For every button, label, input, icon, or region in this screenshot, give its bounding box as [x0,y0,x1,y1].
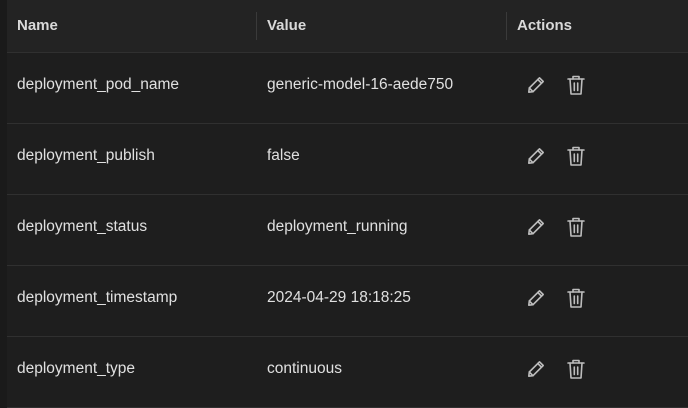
row-name: deployment_timestamp [17,289,178,306]
row-name: deployment_type [17,360,136,377]
trash-icon [567,75,585,95]
row-actions [525,144,587,168]
trash-icon [567,217,585,237]
column-header-value[interactable]: Value [267,0,507,52]
delete-button[interactable] [565,287,587,309]
edit-button[interactable] [525,287,547,309]
delete-button[interactable] [565,145,587,167]
edit-button[interactable] [525,358,547,380]
row-actions [525,215,587,239]
row-value: 2024-04-29 18:18:25 [267,289,411,306]
delete-button[interactable] [565,74,587,96]
table-row: deployment_pod_name generic-model-16-aed… [7,53,688,124]
row-actions [525,286,587,310]
trash-icon [567,146,585,166]
delete-button[interactable] [565,358,587,380]
row-value: false [267,147,300,164]
pencil-icon [528,77,544,93]
parameters-table: Name Value Actions deployment_pod_name g… [7,0,688,408]
row-name: deployment_pod_name [17,76,180,93]
row-actions [525,357,587,381]
pencil-icon [528,219,544,235]
row-value: continuous [267,360,342,377]
table-row: deployment_type continuous [7,337,688,408]
row-value: deployment_running [267,218,408,235]
edit-button[interactable] [525,74,547,96]
column-divider[interactable] [256,12,257,40]
column-header-actions: Actions [517,17,573,34]
pencil-icon [528,361,544,377]
row-name: deployment_publish [17,147,155,164]
table-row: deployment_timestamp 2024-04-29 18:18:25 [7,266,688,337]
edit-button[interactable] [525,216,547,238]
pencil-icon [528,290,544,306]
delete-button[interactable] [565,216,587,238]
table-row: deployment_publish false [7,124,688,195]
column-divider[interactable] [506,12,507,40]
row-value: generic-model-16-aede750 [267,76,454,93]
table-row: deployment_status deployment_running [7,195,688,266]
trash-icon [567,359,585,379]
trash-icon [567,288,585,308]
table-header: Name Value Actions [7,0,688,53]
row-actions [525,73,587,97]
pencil-icon [528,148,544,164]
row-name: deployment_status [17,218,148,235]
edit-button[interactable] [525,145,547,167]
column-header-name[interactable]: Name [17,0,257,52]
